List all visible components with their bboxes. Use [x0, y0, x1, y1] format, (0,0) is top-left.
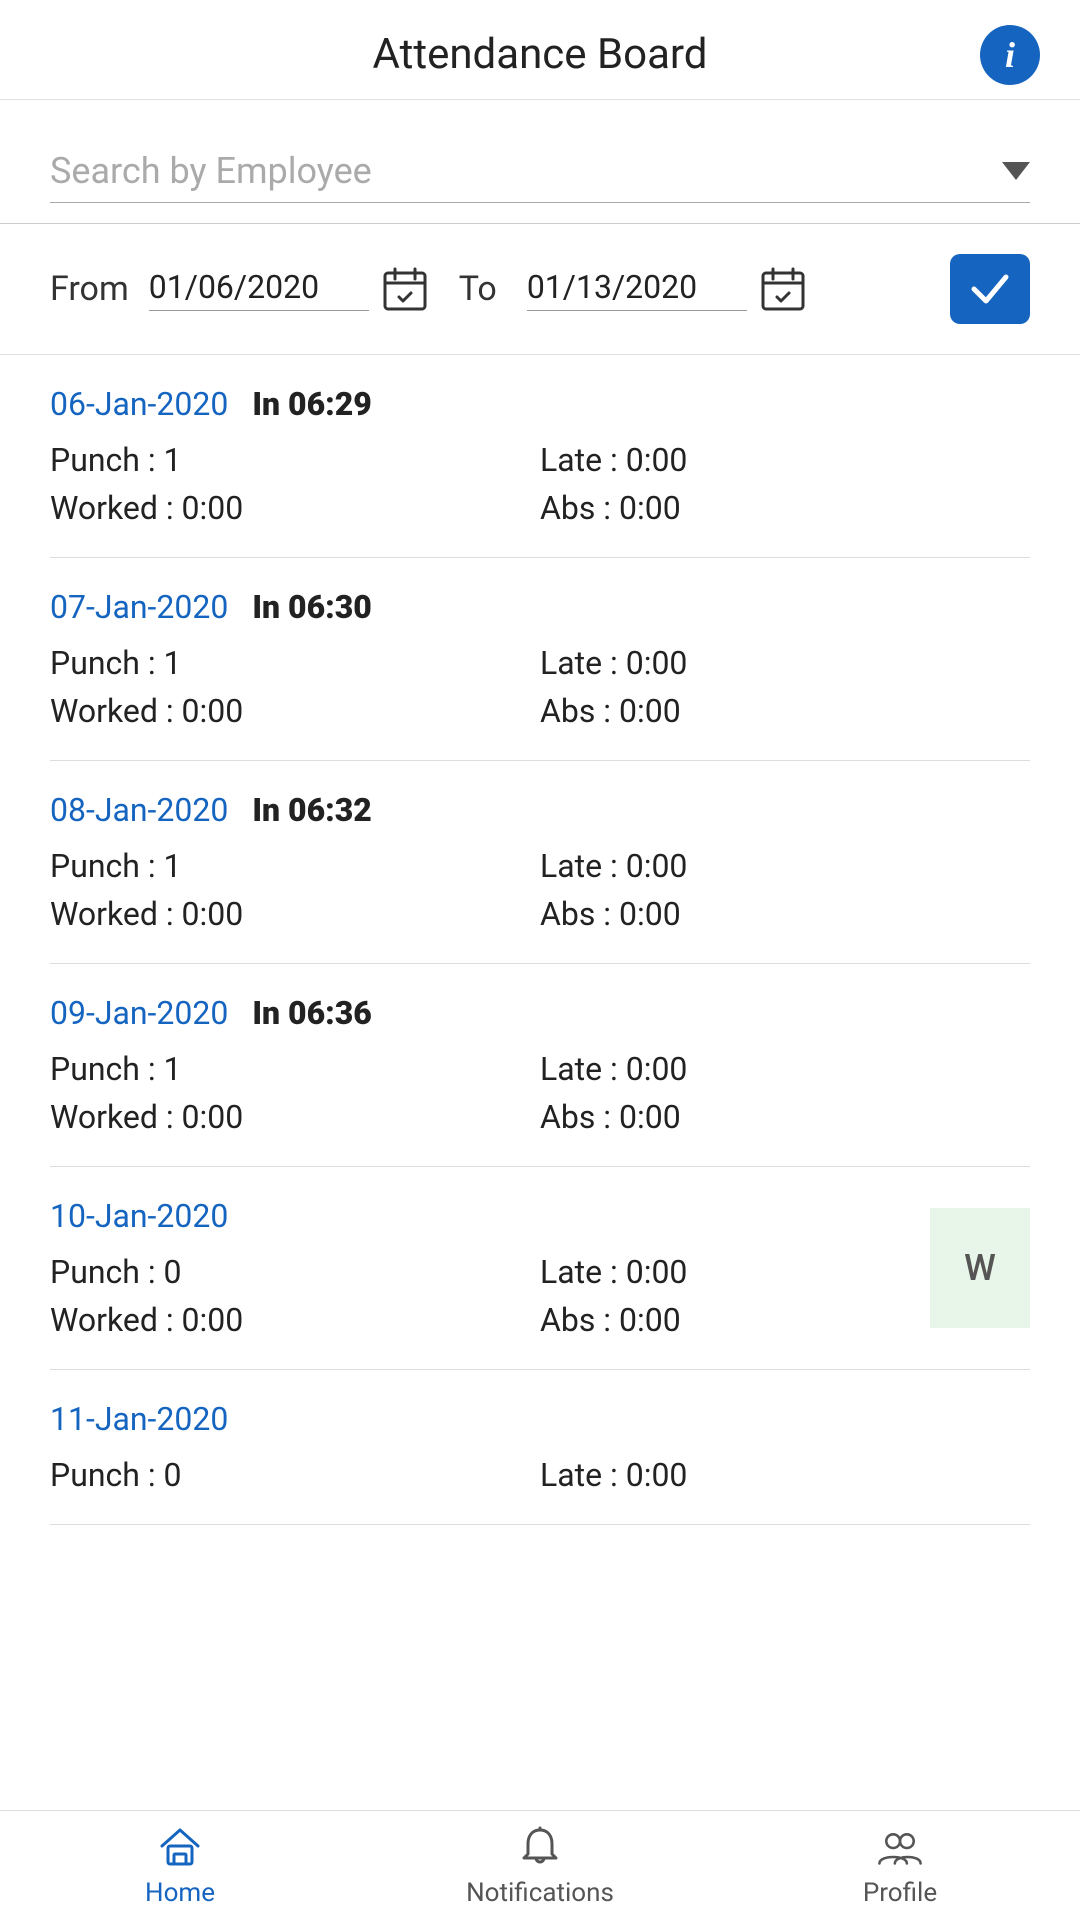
record-date: 09-Jan-2020	[50, 994, 228, 1032]
punch-field: Punch : 0	[50, 1253, 540, 1291]
record-item[interactable]: 08-Jan-2020 In 06:32 Punch : 1 Late : 0:…	[50, 761, 1030, 964]
nav-notifications-label: Notifications	[466, 1878, 614, 1908]
search-placeholder: Search by Employee	[50, 150, 372, 192]
punch-field: Punch : 1	[50, 847, 540, 885]
bell-icon	[516, 1824, 564, 1872]
record-header: 08-Jan-2020 In 06:32	[50, 791, 1030, 829]
worked-field: Worked : 0:00	[50, 489, 540, 527]
record-item[interactable]: 06-Jan-2020 In 06:29 Punch : 1 Late : 0:…	[50, 355, 1030, 558]
record-item[interactable]: 11-Jan-2020 Punch : 0 Late : 0:00	[50, 1370, 1030, 1525]
record-header: 07-Jan-2020 In 06:30	[50, 588, 1030, 626]
record-header: 10-Jan-2020	[50, 1197, 1030, 1235]
worked-field: Worked : 0:00	[50, 1301, 540, 1339]
nav-profile-label: Profile	[863, 1878, 937, 1908]
record-details: Punch : 1 Late : 0:00 Worked : 0:00 Abs …	[50, 847, 1030, 933]
late-field: Late : 0:00	[540, 1050, 1030, 1088]
record-item[interactable]: 09-Jan-2020 In 06:36 Punch : 1 Late : 0:…	[50, 964, 1030, 1167]
abs-field: Abs : 0:00	[540, 489, 1030, 527]
info-icon: i	[1005, 34, 1015, 76]
nav-notifications[interactable]: Notifications	[360, 1824, 720, 1908]
late-field: Late : 0:00	[540, 1456, 1030, 1494]
nav-home[interactable]: Home	[0, 1824, 360, 1908]
record-in-time: In 06:32	[252, 791, 372, 829]
record-date: 07-Jan-2020	[50, 588, 228, 626]
record-details: Punch : 1 Late : 0:00 Worked : 0:00 Abs …	[50, 644, 1030, 730]
late-field: Late : 0:00	[540, 644, 1030, 682]
punch-field: Punch : 1	[50, 644, 540, 682]
abs-field: Abs : 0:00	[540, 895, 1030, 933]
abs-field: Abs : 0:00	[540, 692, 1030, 730]
records-list: 06-Jan-2020 In 06:29 Punch : 1 Late : 0:…	[0, 355, 1080, 1525]
punch-field: Punch : 1	[50, 1050, 540, 1088]
from-calendar-icon[interactable]	[381, 265, 429, 313]
from-date-value: 01/06/2020	[149, 268, 369, 311]
home-icon	[156, 1824, 204, 1872]
to-calendar-icon[interactable]	[759, 265, 807, 313]
record-header: 06-Jan-2020 In 06:29	[50, 385, 1030, 423]
to-date-input[interactable]: 01/13/2020	[527, 265, 807, 313]
punch-field: Punch : 0	[50, 1456, 540, 1494]
to-date-value: 01/13/2020	[527, 268, 747, 311]
record-date: 06-Jan-2020	[50, 385, 228, 423]
profile-icon	[876, 1824, 924, 1872]
abs-field: Abs : 0:00	[540, 1098, 1030, 1136]
app-header: Attendance Board i	[0, 0, 1080, 100]
date-range-section: From 01/06/2020 To 01/13/2020	[0, 224, 1080, 355]
record-header: 11-Jan-2020	[50, 1400, 1030, 1438]
info-button[interactable]: i	[980, 25, 1040, 85]
record-in-time: In 06:36	[252, 994, 372, 1032]
record-details: Punch : 1 Late : 0:00 Worked : 0:00 Abs …	[50, 441, 1030, 527]
to-label: To	[459, 269, 497, 309]
chevron-down-icon	[1002, 162, 1030, 180]
worked-field: Worked : 0:00	[50, 895, 540, 933]
record-date: 10-Jan-2020	[50, 1197, 228, 1235]
page-title: Attendance Board	[373, 30, 708, 79]
record-badge: W	[930, 1208, 1030, 1328]
nav-home-label: Home	[145, 1878, 215, 1908]
employee-search-dropdown[interactable]: Search by Employee	[50, 140, 1030, 203]
record-details: Punch : 0 Late : 0:00	[50, 1456, 1030, 1494]
confirm-date-button[interactable]	[950, 254, 1030, 324]
record-details: Punch : 1 Late : 0:00 Worked : 0:00 Abs …	[50, 1050, 1030, 1136]
check-icon	[970, 271, 1010, 307]
record-item[interactable]: 07-Jan-2020 In 06:30 Punch : 1 Late : 0:…	[50, 558, 1030, 761]
record-in-time: In 06:30	[252, 588, 372, 626]
record-details: Punch : 0 Late : 0:00 Worked : 0:00 Abs …	[50, 1253, 1030, 1339]
worked-field: Worked : 0:00	[50, 1098, 540, 1136]
nav-profile[interactable]: Profile	[720, 1824, 1080, 1908]
worked-field: Worked : 0:00	[50, 692, 540, 730]
search-section: Search by Employee	[0, 100, 1080, 224]
late-field: Late : 0:00	[540, 847, 1030, 885]
bottom-navigation: Home Notifications Profile	[0, 1810, 1080, 1920]
record-in-time: In 06:29	[252, 385, 372, 423]
record-item[interactable]: 10-Jan-2020 Punch : 0 Late : 0:00 Worked…	[50, 1167, 1030, 1370]
record-date: 08-Jan-2020	[50, 791, 228, 829]
record-date: 11-Jan-2020	[50, 1400, 228, 1438]
late-field: Late : 0:00	[540, 441, 1030, 479]
from-date-input[interactable]: 01/06/2020	[149, 265, 429, 313]
record-header: 09-Jan-2020 In 06:36	[50, 994, 1030, 1032]
punch-field: Punch : 1	[50, 441, 540, 479]
from-label: From	[50, 269, 129, 309]
